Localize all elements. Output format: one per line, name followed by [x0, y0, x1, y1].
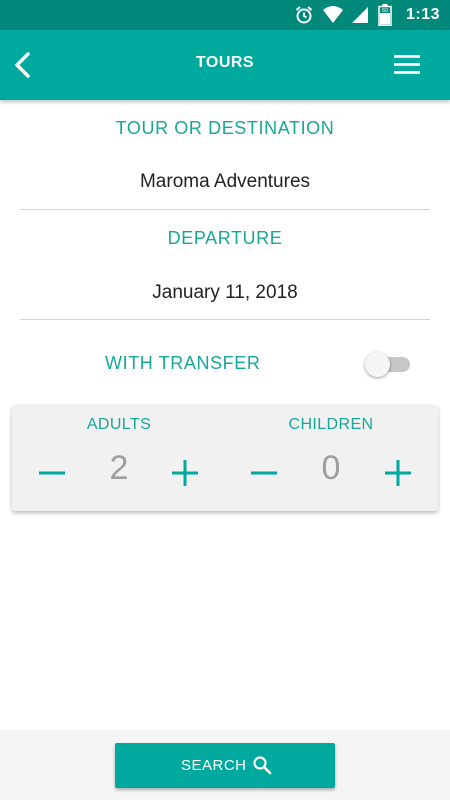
- destination-label: TOUR OR DESTINATION: [115, 118, 335, 138]
- status-time: 1:13: [405, 6, 440, 23]
- children-plus-button[interactable]: [378, 453, 418, 493]
- departure-label: DEPARTURE: [167, 228, 283, 248]
- alarm-icon: [295, 6, 313, 24]
- search-button[interactable]: SEARCH: [115, 743, 335, 788]
- children-minus-button[interactable]: [244, 453, 284, 493]
- minus-icon: [39, 471, 65, 475]
- adults-minus-button[interactable]: [32, 453, 72, 493]
- search-icon: [253, 756, 272, 775]
- page-title: TOURS: [195, 54, 255, 71]
- adults-label: ADULTS: [86, 416, 152, 433]
- svg-text:60: 60: [382, 8, 388, 14]
- departure-divider: [20, 319, 430, 320]
- plus-icon: [385, 460, 411, 486]
- status-bar: 60 1:13: [0, 0, 450, 30]
- adults-plus-button[interactable]: [165, 453, 205, 493]
- transfer-label: WITH TRANSFER: [105, 353, 261, 373]
- children-count: 0: [321, 449, 341, 487]
- wifi-icon: [323, 6, 343, 23]
- destination-field[interactable]: Maroma Adventures: [0, 171, 450, 193]
- transfer-toggle[interactable]: [364, 350, 412, 378]
- destination-divider: [20, 209, 430, 210]
- minus-icon: [251, 471, 277, 475]
- departure-field[interactable]: January 11, 2018: [0, 282, 450, 304]
- battery-icon: 60: [378, 4, 392, 26]
- passenger-card: ADULTS 2 CHILDREN 0: [12, 405, 438, 511]
- toggle-thumb: [365, 352, 390, 377]
- bottom-bar: SEARCH: [0, 730, 450, 800]
- app-bar: TOURS: [0, 30, 450, 100]
- search-button-label: SEARCH: [181, 757, 247, 774]
- signal-icon: [352, 7, 368, 23]
- adults-count: 2: [109, 449, 129, 487]
- menu-icon[interactable]: [394, 53, 422, 77]
- children-label: CHILDREN: [288, 416, 374, 433]
- plus-icon: [172, 460, 198, 486]
